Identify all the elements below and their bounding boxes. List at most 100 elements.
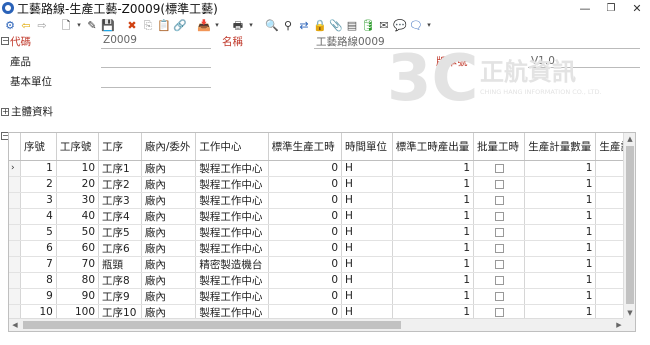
table-cell-output[interactable]: 1 (392, 288, 475, 305)
batch-hours-checkbox[interactable] (494, 211, 504, 221)
table-cell-op-no[interactable]: 20 (56, 176, 100, 193)
print-icon[interactable]: 🖶 (231, 18, 245, 32)
table-cell-unit[interactable]: H (341, 176, 393, 193)
column-header[interactable]: 序號 (20, 133, 57, 161)
column-header[interactable]: 批量工時 (473, 133, 526, 161)
column-header[interactable]: 標準生產工時 (268, 133, 343, 161)
report-icon[interactable]: ▤ (345, 18, 359, 32)
row-indicator[interactable] (9, 272, 21, 289)
row-indicator[interactable] (9, 240, 21, 257)
table-cell-op-no[interactable]: 50 (56, 224, 100, 241)
table-cell-src[interactable]: 廠內 (141, 192, 197, 209)
table-cell-seq[interactable]: 5 (20, 224, 57, 241)
column-header[interactable]: 廠內/委外 (141, 133, 197, 161)
database-icon[interactable]: 🛢 (361, 18, 375, 32)
table-cell-src[interactable]: 廠內 (141, 176, 197, 193)
table-cell-src[interactable]: 廠內 (141, 272, 197, 289)
table-cell-std-time[interactable]: 0 (268, 256, 343, 273)
table-cell-output[interactable]: 1 (392, 272, 475, 289)
table-cell-seq[interactable]: 8 (20, 272, 57, 289)
table-cell-op-no[interactable]: 70 (56, 256, 100, 273)
row-indicator[interactable]: › (9, 160, 21, 177)
table-cell-op-no[interactable]: 60 (56, 240, 100, 257)
batch-hours-cell[interactable] (473, 208, 526, 225)
row-indicator[interactable] (9, 176, 21, 193)
table-cell-center[interactable]: 製程工作中心 (195, 224, 269, 241)
column-header[interactable]: 生產計量數量 (524, 133, 597, 161)
product-field[interactable] (101, 67, 211, 68)
query-icon[interactable]: 🔍 (265, 18, 279, 32)
batch-hours-cell[interactable] (473, 160, 526, 177)
table-cell-seq[interactable]: 1 (20, 160, 57, 177)
forward-arrow-icon[interactable]: ⇨ (35, 18, 49, 32)
table-cell-center[interactable]: 製程工作中心 (195, 288, 269, 305)
table-cell-seq[interactable]: 9 (20, 288, 57, 305)
table-cell-seq[interactable]: 7 (20, 256, 57, 273)
batch-hours-cell[interactable] (473, 192, 526, 209)
new-document-icon[interactable]: 🗋 (59, 18, 73, 32)
table-row[interactable]: 7 70 瓶頸 廠內 精密製造機台 0 H 1 1 (9, 256, 635, 273)
table-cell-std-time[interactable]: 0 (268, 208, 343, 225)
batch-hours-cell[interactable] (473, 288, 526, 305)
batch-hours-cell[interactable] (473, 224, 526, 241)
table-cell-unit[interactable]: H (341, 256, 393, 273)
row-indicator[interactable] (9, 192, 21, 209)
batch-hours-checkbox[interactable] (494, 179, 504, 189)
scroll-up-arrow-icon[interactable]: ▲ (624, 133, 635, 145)
batch-hours-cell[interactable] (473, 272, 526, 289)
row-indicator[interactable] (9, 224, 21, 241)
horizontal-scrollbar[interactable]: ◀ ▶ (9, 318, 625, 331)
table-cell-op-no[interactable]: 90 (56, 288, 100, 305)
table-cell-center[interactable]: 製程工作中心 (195, 272, 269, 289)
table-cell-op[interactable]: 工序9 (98, 288, 142, 305)
table-cell-qty[interactable]: 1 (524, 208, 597, 225)
horizontal-scroll-thumb[interactable] (23, 321, 401, 329)
table-cell-std-time[interactable]: 0 (268, 272, 343, 289)
table-cell-output[interactable]: 1 (392, 224, 475, 241)
table-row[interactable]: 5 50 工序5 廠內 製程工作中心 0 H 1 1 (9, 224, 635, 241)
table-cell-output[interactable]: 1 (392, 192, 475, 209)
restore-button[interactable]: ❐ (598, 0, 624, 16)
table-cell-unit[interactable]: H (341, 240, 393, 257)
mail-icon[interactable]: ✉ (377, 18, 391, 32)
table-cell-src[interactable]: 廠內 (141, 160, 197, 177)
filter-icon[interactable]: ⚲ (281, 18, 295, 32)
table-row[interactable]: 4 40 工序4 廠內 製程工作中心 0 H 1 1 (9, 208, 635, 225)
chevron-down-icon[interactable]: ▾ (75, 18, 83, 32)
back-arrow-icon[interactable]: ⇦ (19, 18, 33, 32)
table-cell-std-time[interactable]: 0 (268, 224, 343, 241)
table-cell-unit[interactable]: H (341, 288, 393, 305)
table-cell-op[interactable]: 工序5 (98, 224, 142, 241)
link-icon[interactable]: 🔗 (173, 18, 187, 32)
table-cell-op[interactable]: 工序3 (98, 192, 142, 209)
table-cell-std-time[interactable]: 0 (268, 240, 343, 257)
table-cell-op[interactable]: 工序8 (98, 272, 142, 289)
table-cell-center[interactable]: 製程工作中心 (195, 160, 269, 177)
chat-icon[interactable]: 💬 (393, 18, 407, 32)
table-cell-output[interactable]: 1 (392, 256, 475, 273)
lock-icon[interactable]: 🔒 (313, 18, 327, 32)
column-header[interactable]: 工序號 (56, 133, 100, 161)
table-row[interactable]: 3 30 工序3 廠內 製程工作中心 0 H 1 1 (9, 192, 635, 209)
save-icon[interactable]: 💾 (101, 18, 115, 32)
vertical-scrollbar[interactable]: ▲ ▼ (623, 133, 635, 319)
chevron-down-icon[interactable]: ▾ (425, 18, 433, 32)
table-cell-qty[interactable]: 1 (524, 240, 597, 257)
table-cell-qty[interactable]: 1 (524, 160, 597, 177)
message-icon[interactable]: 🗨 (409, 18, 423, 32)
table-cell-seq[interactable]: 3 (20, 192, 57, 209)
main-data-expand-button[interactable]: + (1, 107, 9, 116)
scroll-left-arrow-icon[interactable]: ◀ (9, 319, 21, 331)
chevron-down-icon[interactable]: ▾ (213, 18, 221, 32)
table-cell-op-no[interactable]: 80 (56, 272, 100, 289)
table-cell-std-time[interactable]: 0 (268, 288, 343, 305)
batch-hours-checkbox[interactable] (494, 227, 504, 237)
batch-hours-checkbox[interactable] (494, 163, 504, 173)
table-row[interactable]: › 1 10 工序1 廠內 製程工作中心 0 H 1 1 (9, 160, 635, 177)
table-cell-center[interactable]: 精密製造機台 (195, 256, 269, 273)
batch-hours-cell[interactable] (473, 176, 526, 193)
chevron-down-icon[interactable]: ▾ (247, 18, 255, 32)
table-cell-qty[interactable]: 1 (524, 256, 597, 273)
table-cell-qty[interactable]: 1 (524, 272, 597, 289)
table-cell-op[interactable]: 工序1 (98, 160, 142, 177)
